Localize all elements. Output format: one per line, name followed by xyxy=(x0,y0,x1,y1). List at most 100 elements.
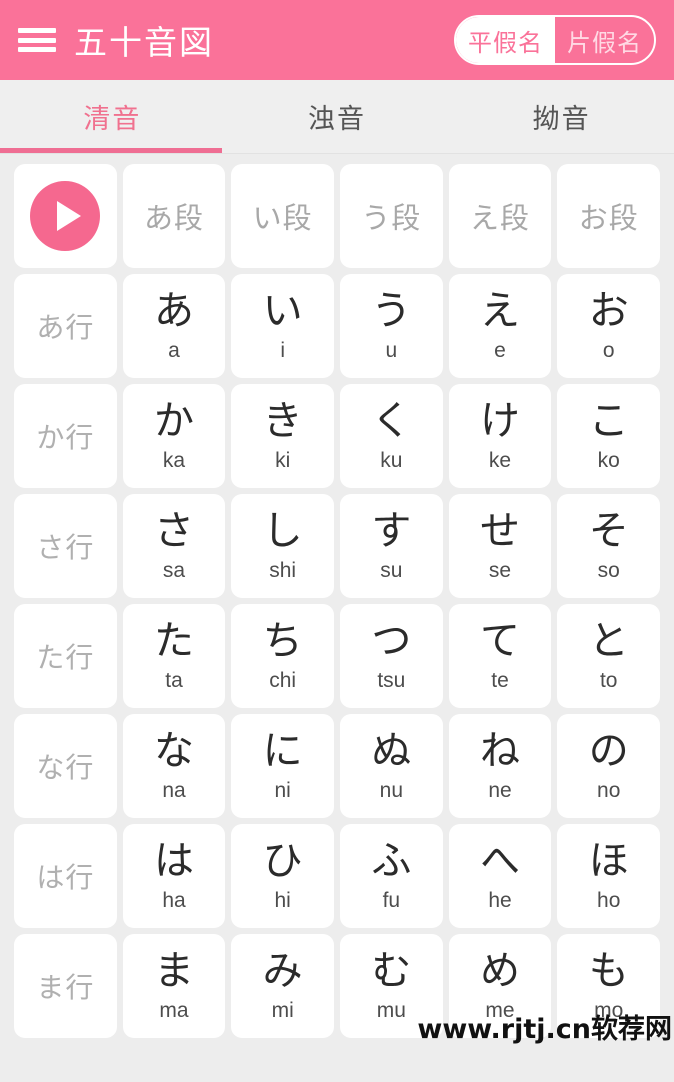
kana-romaji: i xyxy=(280,339,286,362)
kana-glyph: そ xyxy=(588,508,629,554)
kana-glyph: む xyxy=(371,948,412,994)
kana-romaji: shi xyxy=(269,559,297,582)
kana-cell[interactable]: な na xyxy=(122,714,226,818)
column-header-o[interactable]: お段 xyxy=(557,164,661,268)
kana-glyph: の xyxy=(588,728,629,774)
kana-cell[interactable]: あ a xyxy=(122,274,226,378)
kana-cell[interactable]: ね ne xyxy=(448,714,552,818)
column-header-a[interactable]: あ段 xyxy=(122,164,226,268)
toggle-option-hiragana[interactable]: 平假名 xyxy=(456,17,555,63)
kana-cell[interactable]: せ se xyxy=(448,494,552,598)
table-row: か行 か ka き ki く ku け ke こ ko xyxy=(14,384,661,488)
kana-cell[interactable]: け ke xyxy=(448,384,552,488)
app-header: 五十音図 平假名 片假名 xyxy=(0,0,674,80)
kana-cell[interactable]: し shi xyxy=(231,494,335,598)
kana-romaji: o xyxy=(602,339,615,362)
kana-romaji: chi xyxy=(269,669,297,692)
kana-glyph: と xyxy=(588,618,629,664)
kana-romaji: se xyxy=(488,559,512,582)
play-all-button[interactable] xyxy=(14,164,117,268)
kana-cell[interactable]: お o xyxy=(557,274,661,378)
kana-glyph: お xyxy=(588,288,629,334)
kana-cell[interactable]: う u xyxy=(340,274,443,378)
kana-cell[interactable]: に ni xyxy=(231,714,335,818)
kana-cell[interactable]: へ he xyxy=(448,824,552,928)
kana-romaji: ho xyxy=(597,889,621,912)
kana-glyph: ぬ xyxy=(371,728,412,774)
play-icon[interactable] xyxy=(30,181,101,251)
kana-cell[interactable]: ち chi xyxy=(231,604,335,708)
kana-cell[interactable]: み mi xyxy=(231,934,335,1038)
kana-romaji: u xyxy=(385,339,398,362)
table-row: た行 た ta ち chi つ tsu て te と to xyxy=(14,604,661,708)
kana-cell[interactable]: こ ko xyxy=(557,384,661,488)
kana-romaji: su xyxy=(380,559,403,582)
kana-glyph: み xyxy=(262,948,303,994)
kana-cell[interactable]: く ku xyxy=(340,384,443,488)
kana-glyph: ね xyxy=(480,728,521,774)
tab-seion[interactable]: 清音 xyxy=(0,80,225,153)
kana-cell[interactable]: ひ hi xyxy=(231,824,335,928)
kana-romaji: no xyxy=(597,779,621,802)
kana-cell[interactable]: ま ma xyxy=(122,934,226,1038)
kana-glyph: て xyxy=(480,618,521,664)
kana-cell[interactable]: え e xyxy=(448,274,552,378)
kana-romaji: ki xyxy=(275,449,291,472)
toggle-option-katakana[interactable]: 片假名 xyxy=(555,17,654,63)
kana-cell[interactable]: て te xyxy=(448,604,552,708)
kana-cell[interactable]: た ta xyxy=(122,604,226,708)
kana-glyph: せ xyxy=(480,508,521,554)
kana-cell[interactable]: き ki xyxy=(231,384,335,488)
kana-cell[interactable]: す su xyxy=(340,494,443,598)
kana-romaji: mu xyxy=(376,999,406,1022)
kana-romaji: tsu xyxy=(377,669,406,692)
hamburger-menu-icon[interactable] xyxy=(18,25,56,55)
kana-glyph: こ xyxy=(588,398,629,444)
kana-glyph: き xyxy=(262,398,303,444)
column-header-i[interactable]: い段 xyxy=(231,164,335,268)
table-row: は行 は ha ひ hi ふ fu へ he ほ ho xyxy=(14,824,661,928)
active-tab-indicator xyxy=(0,148,222,153)
row-header-ha[interactable]: は行 xyxy=(14,824,117,928)
kana-cell[interactable]: は ha xyxy=(122,824,226,928)
column-header-e[interactable]: え段 xyxy=(448,164,552,268)
table-row: な行 な na に ni ぬ nu ね ne の no xyxy=(14,714,661,818)
kana-glyph: さ xyxy=(154,508,194,554)
kana-glyph: か xyxy=(154,398,194,444)
kana-glyph: ほ xyxy=(588,838,629,884)
kana-script-toggle[interactable]: 平假名 片假名 xyxy=(454,15,656,65)
site-watermark: www.rjtj.cn软荐网 xyxy=(417,1014,672,1045)
kana-romaji: a xyxy=(168,339,180,362)
kana-glyph: た xyxy=(154,618,194,664)
kana-glyph: な xyxy=(154,728,194,774)
row-header-ka[interactable]: か行 xyxy=(14,384,117,488)
row-header-sa[interactable]: さ行 xyxy=(14,494,117,598)
row-header-ta[interactable]: た行 xyxy=(14,604,117,708)
row-header-a[interactable]: あ行 xyxy=(14,274,117,378)
kana-cell[interactable]: そ so xyxy=(557,494,661,598)
kana-cell[interactable]: と to xyxy=(557,604,661,708)
kana-cell[interactable]: つ tsu xyxy=(340,604,443,708)
kana-glyph: し xyxy=(262,508,303,554)
kana-cell[interactable]: ふ fu xyxy=(340,824,443,928)
kana-glyph: も xyxy=(588,948,629,994)
kana-glyph: く xyxy=(371,398,412,444)
kana-cell[interactable]: ぬ nu xyxy=(340,714,443,818)
kana-romaji: fu xyxy=(382,889,401,912)
kana-glyph: に xyxy=(262,728,303,774)
sound-type-tabbar: 清音 浊音 拗音 xyxy=(0,80,674,154)
kana-cell[interactable]: の no xyxy=(557,714,661,818)
tab-youon[interactable]: 拗音 xyxy=(449,80,674,153)
menu-line-2 xyxy=(18,37,56,43)
row-header-ma[interactable]: ま行 xyxy=(14,934,117,1038)
kana-glyph: ま xyxy=(154,948,194,994)
row-header-na[interactable]: な行 xyxy=(14,714,117,818)
kana-cell[interactable]: さ sa xyxy=(122,494,226,598)
column-header-u[interactable]: う段 xyxy=(340,164,443,268)
kana-cell[interactable]: ほ ho xyxy=(557,824,661,928)
tab-dakuon[interactable]: 浊音 xyxy=(225,80,450,153)
kana-cell[interactable]: い i xyxy=(231,274,335,378)
kana-glyph: あ xyxy=(154,288,194,334)
kana-romaji: to xyxy=(599,669,618,692)
kana-cell[interactable]: か ka xyxy=(122,384,226,488)
